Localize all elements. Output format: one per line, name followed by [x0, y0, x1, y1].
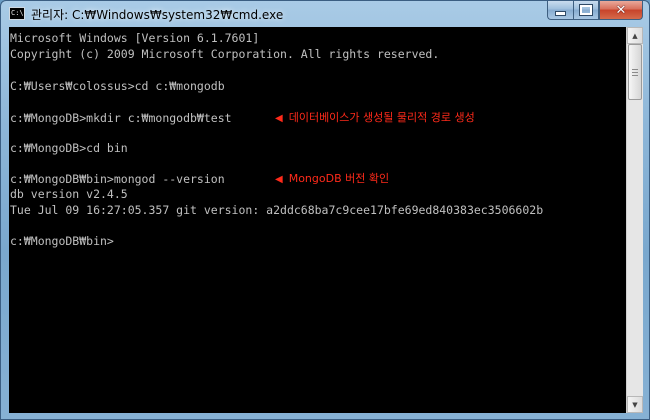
maximize-icon	[579, 4, 593, 16]
console-line: Tue Jul 09 16:27:05.357 git version: a2d…	[10, 203, 544, 217]
minimize-icon	[555, 10, 566, 16]
close-button[interactable]: ✕	[599, 1, 643, 20]
console-line: db version v2.4.5	[10, 187, 128, 201]
console-line: c:₩MongoDB>mkdir c:₩mongodb₩test	[10, 111, 232, 125]
console-line: c:₩MongoDB₩bin>	[10, 234, 114, 248]
close-icon: ✕	[615, 2, 627, 18]
title-bar[interactable]: C:\ 관리자: C:₩Windows₩system32₩cmd.exe ✕	[1, 1, 649, 27]
grip-line	[632, 75, 638, 76]
arrow-up-icon: ▲	[632, 31, 638, 40]
arrow-left-icon: ◀	[275, 174, 283, 185]
arrow-down-icon: ▼	[632, 400, 638, 409]
cmd-window: C:\ 관리자: C:₩Windows₩system32₩cmd.exe ✕ M…	[0, 0, 650, 420]
grip-line	[632, 72, 638, 73]
annotation-text: 데이터베이스가 생성될 물리적 경로 생성	[288, 111, 475, 124]
caption-buttons: ✕	[547, 1, 643, 21]
maximize-button[interactable]	[573, 1, 599, 20]
console-line: Copyright (c) 2009 Microsoft Corporation…	[10, 47, 440, 61]
console-line: Microsoft Windows [Version 6.1.7601]	[10, 31, 260, 45]
console-line: C:₩Users₩colossus>cd c:₩mongodb	[10, 79, 225, 93]
console-line: c:₩MongoDB₩bin>mongod --version	[10, 172, 225, 186]
annotation-version-note: ◀ MongoDB 버전 확인	[275, 171, 389, 187]
annotation-path-note: ◀ 데이터베이스가 생성될 물리적 경로 생성	[275, 110, 475, 126]
scroll-down-button[interactable]: ▼	[627, 396, 643, 413]
console-output[interactable]: Microsoft Windows [Version 6.1.7601] Cop…	[9, 27, 626, 413]
annotation-text: MongoDB 버전 확인	[288, 172, 390, 185]
vertical-scrollbar[interactable]: ▲ ▼	[626, 27, 643, 413]
arrow-left-icon: ◀	[275, 113, 283, 124]
scroll-thumb[interactable]	[628, 44, 642, 100]
window-title: 관리자: C:₩Windows₩system32₩cmd.exe	[31, 8, 284, 22]
minimize-button[interactable]	[547, 1, 573, 20]
cmd-icon[interactable]: C:\	[9, 7, 25, 20]
scroll-up-button[interactable]: ▲	[627, 27, 643, 44]
console-line: c:₩MongoDB>cd bin	[10, 141, 128, 155]
grip-line	[632, 69, 638, 70]
